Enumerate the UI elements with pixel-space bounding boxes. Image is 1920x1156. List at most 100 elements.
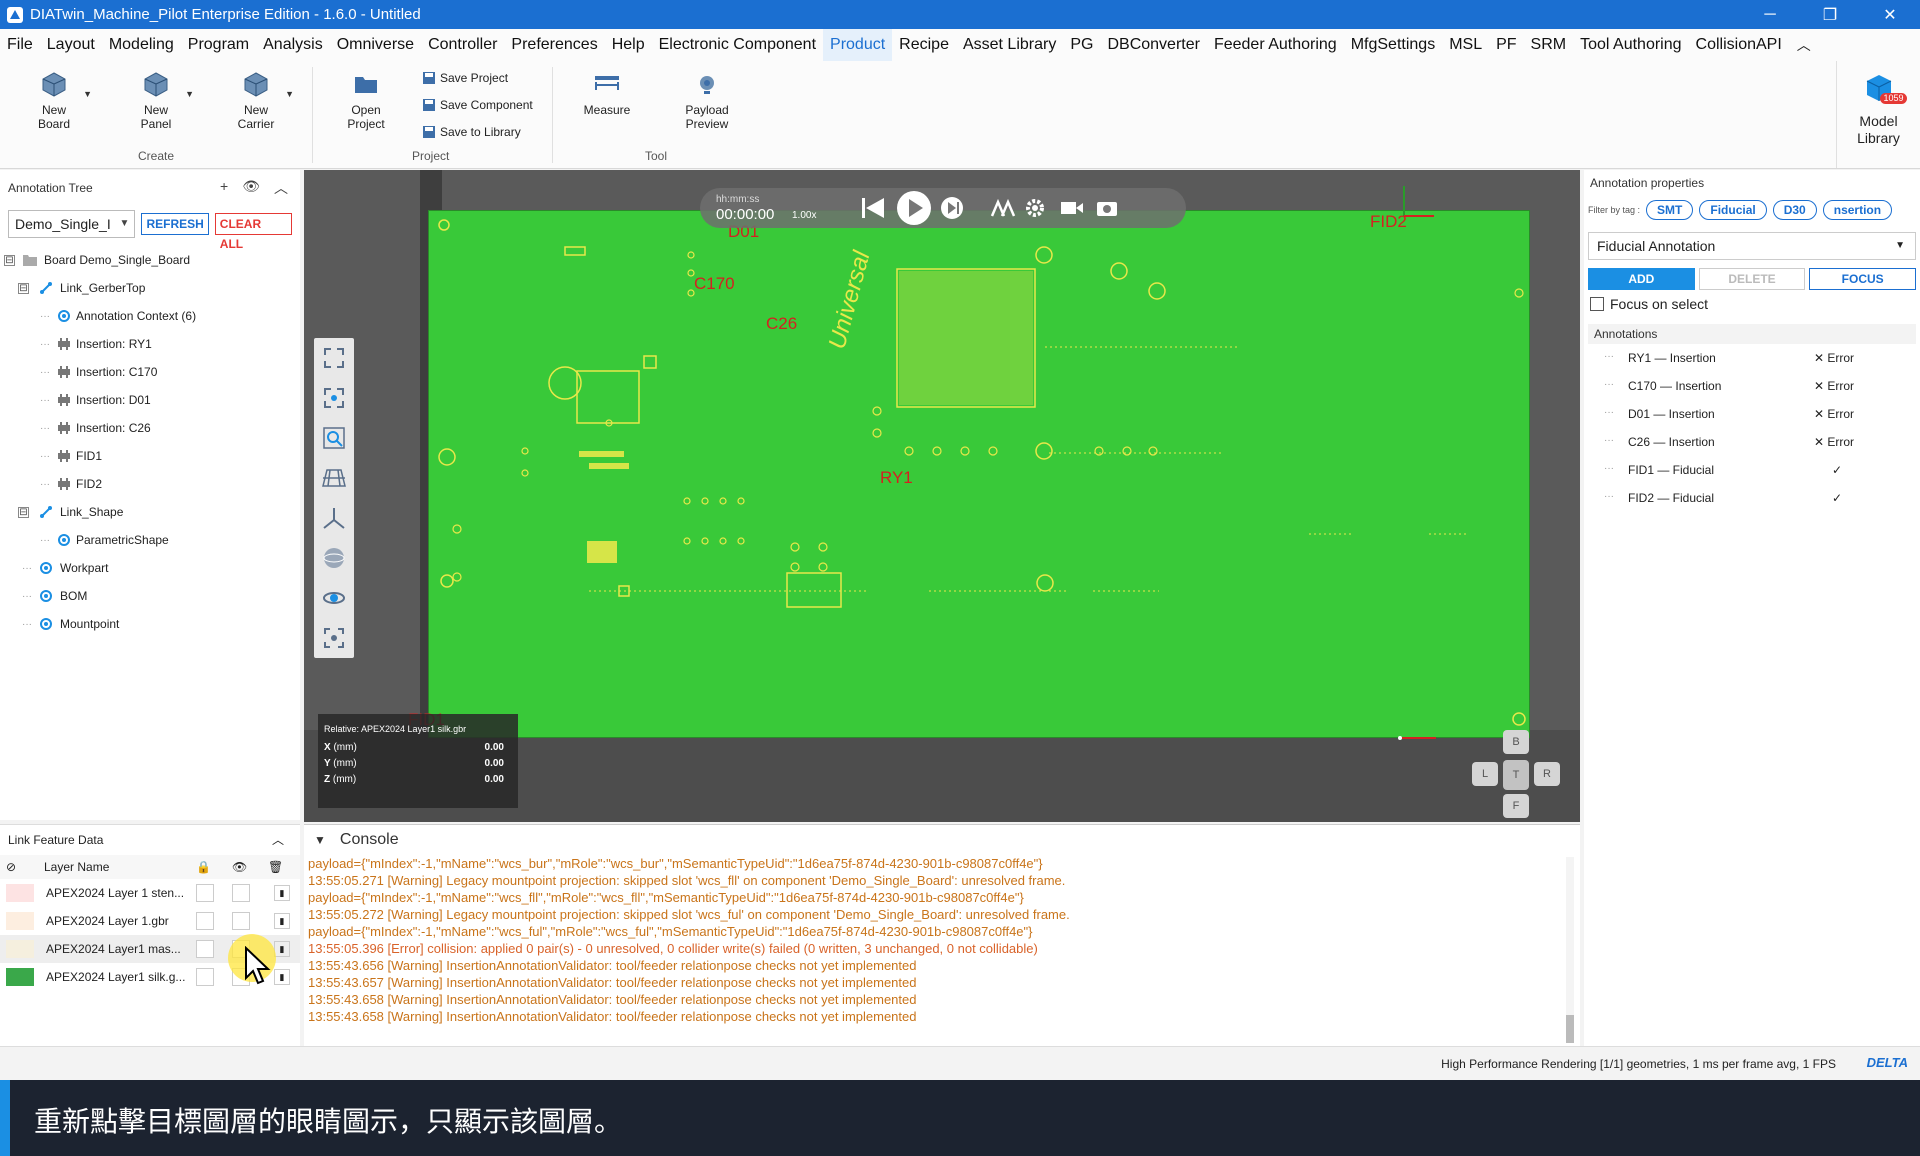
tag-d30[interactable]: D30	[1772, 200, 1817, 220]
console-scrollbar[interactable]	[1566, 857, 1574, 1043]
measure-button[interactable]: Measure	[582, 69, 632, 117]
menu-pg[interactable]: PG	[1063, 29, 1100, 61]
tree-node-fid1[interactable]: ··· FID1	[0, 442, 300, 470]
menu-asset-library[interactable]: Asset Library	[956, 29, 1063, 61]
new-panel-dropdown-icon[interactable]: ▼	[185, 87, 194, 101]
annotation-label-c170[interactable]: C170	[694, 274, 735, 294]
menu-omniverse[interactable]: Omniverse	[330, 29, 421, 61]
menu-tool-authoring[interactable]: Tool Authoring	[1573, 29, 1688, 61]
visibility-checkbox[interactable]	[232, 884, 250, 902]
camera-snapshot-icon[interactable]	[1096, 198, 1118, 218]
delete-layer-icon[interactable]: ▮	[274, 969, 290, 985]
menu-program[interactable]: Program	[181, 29, 256, 61]
payload-preview-button[interactable]: Payload Preview	[680, 69, 734, 131]
tree-node-fid2[interactable]: ··· FID2	[0, 470, 300, 498]
delete-layer-icon[interactable]: ▮	[274, 941, 290, 957]
collapse-ribbon-icon[interactable]: ︿	[1789, 35, 1819, 55]
focus-target-icon[interactable]	[314, 618, 354, 658]
visibility-checkbox[interactable]	[232, 912, 250, 930]
layer-name-column[interactable]: Layer Name	[44, 860, 109, 874]
console-header[interactable]: ▼ Console	[304, 825, 1580, 855]
tree-node-insertion-c26[interactable]: ··· Insertion: C26	[0, 414, 300, 442]
menu-msl[interactable]: MSL	[1442, 29, 1489, 61]
menu-file[interactable]: File	[0, 29, 40, 61]
new-carrier-dropdown-icon[interactable]: ▼	[285, 87, 294, 101]
3d-viewport[interactable]: Universal D01 C170 C26 RY1 FID2 FID1 hh:…	[304, 170, 1580, 822]
restore-button[interactable]: ❐	[1800, 0, 1860, 29]
view-left-button[interactable]: L	[1472, 762, 1498, 786]
collapse-icon[interactable]: ︿	[274, 178, 288, 198]
collapse-toggle-icon[interactable]: ⊟	[18, 282, 29, 294]
close-button[interactable]: ✕	[1860, 0, 1920, 29]
menu-feeder-authoring[interactable]: Feeder Authoring	[1207, 29, 1344, 61]
grid-icon[interactable]	[314, 458, 354, 498]
view-back-button[interactable]: B	[1503, 730, 1529, 754]
tree-node-link-shape[interactable]: ⊟ Link_Shape	[0, 498, 300, 526]
clear-all-button[interactable]: CLEAR ALL	[214, 213, 292, 251]
delete-button[interactable]: DELETE	[1698, 268, 1806, 290]
new-board-dropdown-icon[interactable]: ▼	[83, 87, 92, 101]
axes-icon[interactable]	[314, 498, 354, 538]
menu-analysis[interactable]: Analysis	[256, 29, 330, 61]
zoom-icon[interactable]	[314, 418, 354, 458]
lock-checkbox[interactable]	[196, 940, 214, 958]
annotation-label-c26[interactable]: C26	[766, 314, 797, 334]
annotation-row[interactable]: ··· D01 — Insertion ✕ Error	[1584, 400, 1920, 428]
tree-node-mountpoint[interactable]: ··· Mountpoint	[0, 610, 300, 638]
layer-color-swatch[interactable]	[6, 884, 34, 902]
new-panel-button[interactable]: New Panel ▼	[136, 69, 194, 131]
menu-layout[interactable]: Layout	[40, 29, 102, 61]
focus-on-select-option[interactable]: Focus on select	[1584, 292, 1920, 316]
new-carrier-button[interactable]: New Carrier ▼	[236, 69, 294, 131]
lock-checkbox[interactable]	[196, 968, 214, 986]
delete-layer-icon[interactable]: ▮	[274, 885, 290, 901]
add-button[interactable]: ADD	[1588, 268, 1695, 290]
collapse-toggle-icon[interactable]: ⊟	[4, 254, 15, 266]
delete-layer-icon[interactable]: ▮	[274, 913, 290, 929]
robot-icon[interactable]	[990, 198, 1016, 218]
add-icon[interactable]: +	[220, 178, 228, 198]
menu-recipe[interactable]: Recipe	[892, 29, 956, 61]
annotation-row[interactable]: ··· FID1 — Fiducial ✓	[1584, 456, 1920, 484]
menu-preferences[interactable]: Preferences	[504, 29, 604, 61]
layer-row[interactable]: APEX2024 Layer 1.gbr ▮	[0, 907, 300, 935]
menu-controller[interactable]: Controller	[421, 29, 504, 61]
layer-color-swatch[interactable]	[6, 912, 34, 930]
minimize-button[interactable]: ─	[1740, 0, 1800, 29]
menu-help[interactable]: Help	[605, 29, 652, 61]
tree-node-parametric-shape[interactable]: ··· ParametricShape	[0, 526, 300, 554]
menu-collisionapi[interactable]: CollisionAPI	[1689, 29, 1789, 61]
eye-icon[interactable]: 👁	[242, 178, 260, 198]
layer-color-swatch[interactable]	[6, 968, 34, 986]
refresh-button[interactable]: REFRESH	[141, 213, 209, 235]
annotation-row[interactable]: ··· RY1 — Insertion ✕ Error	[1584, 344, 1920, 372]
focus-on-select-checkbox[interactable]	[1590, 297, 1604, 311]
layer-color-swatch[interactable]	[6, 940, 34, 958]
tag-fiducial[interactable]: Fiducial	[1699, 200, 1767, 220]
tag-insertion[interactable]: nsertion	[1822, 200, 1893, 220]
play-icon[interactable]	[896, 190, 932, 226]
globe-icon[interactable]	[314, 538, 354, 578]
menu-mfgsettings[interactable]: MfgSettings	[1344, 29, 1442, 61]
tree-node-insertion-ry1[interactable]: ··· Insertion: RY1	[0, 330, 300, 358]
view-front-button[interactable]: F	[1503, 794, 1529, 818]
lock-checkbox[interactable]	[196, 912, 214, 930]
orbit-icon[interactable]	[314, 578, 354, 618]
annotation-row[interactable]: ··· FID2 — Fiducial ✓	[1584, 484, 1920, 512]
open-project-button[interactable]: Open Project	[344, 69, 388, 131]
settings-gear-icon[interactable]	[1024, 197, 1046, 219]
lock-checkbox[interactable]	[196, 884, 214, 902]
save-project-button[interactable]: Save Project	[422, 71, 508, 85]
annotation-label-ry1[interactable]: RY1	[880, 468, 913, 488]
menu-product[interactable]: Product	[823, 29, 893, 61]
menu-pf[interactable]: PF	[1489, 29, 1523, 61]
view-top-button[interactable]: T	[1503, 760, 1529, 790]
tree-node-bom[interactable]: ··· BOM	[0, 582, 300, 610]
board-select[interactable]: Demo_Single_I ▼	[8, 210, 136, 238]
menu-dbconverter[interactable]: DBConverter	[1100, 29, 1206, 61]
scrollbar-thumb[interactable]	[1566, 1015, 1574, 1043]
save-component-button[interactable]: Save Component	[422, 98, 533, 112]
focus-button[interactable]: FOCUS	[1809, 268, 1917, 290]
menu-srm[interactable]: SRM	[1524, 29, 1574, 61]
save-to-library-button[interactable]: Save to Library	[422, 125, 521, 139]
